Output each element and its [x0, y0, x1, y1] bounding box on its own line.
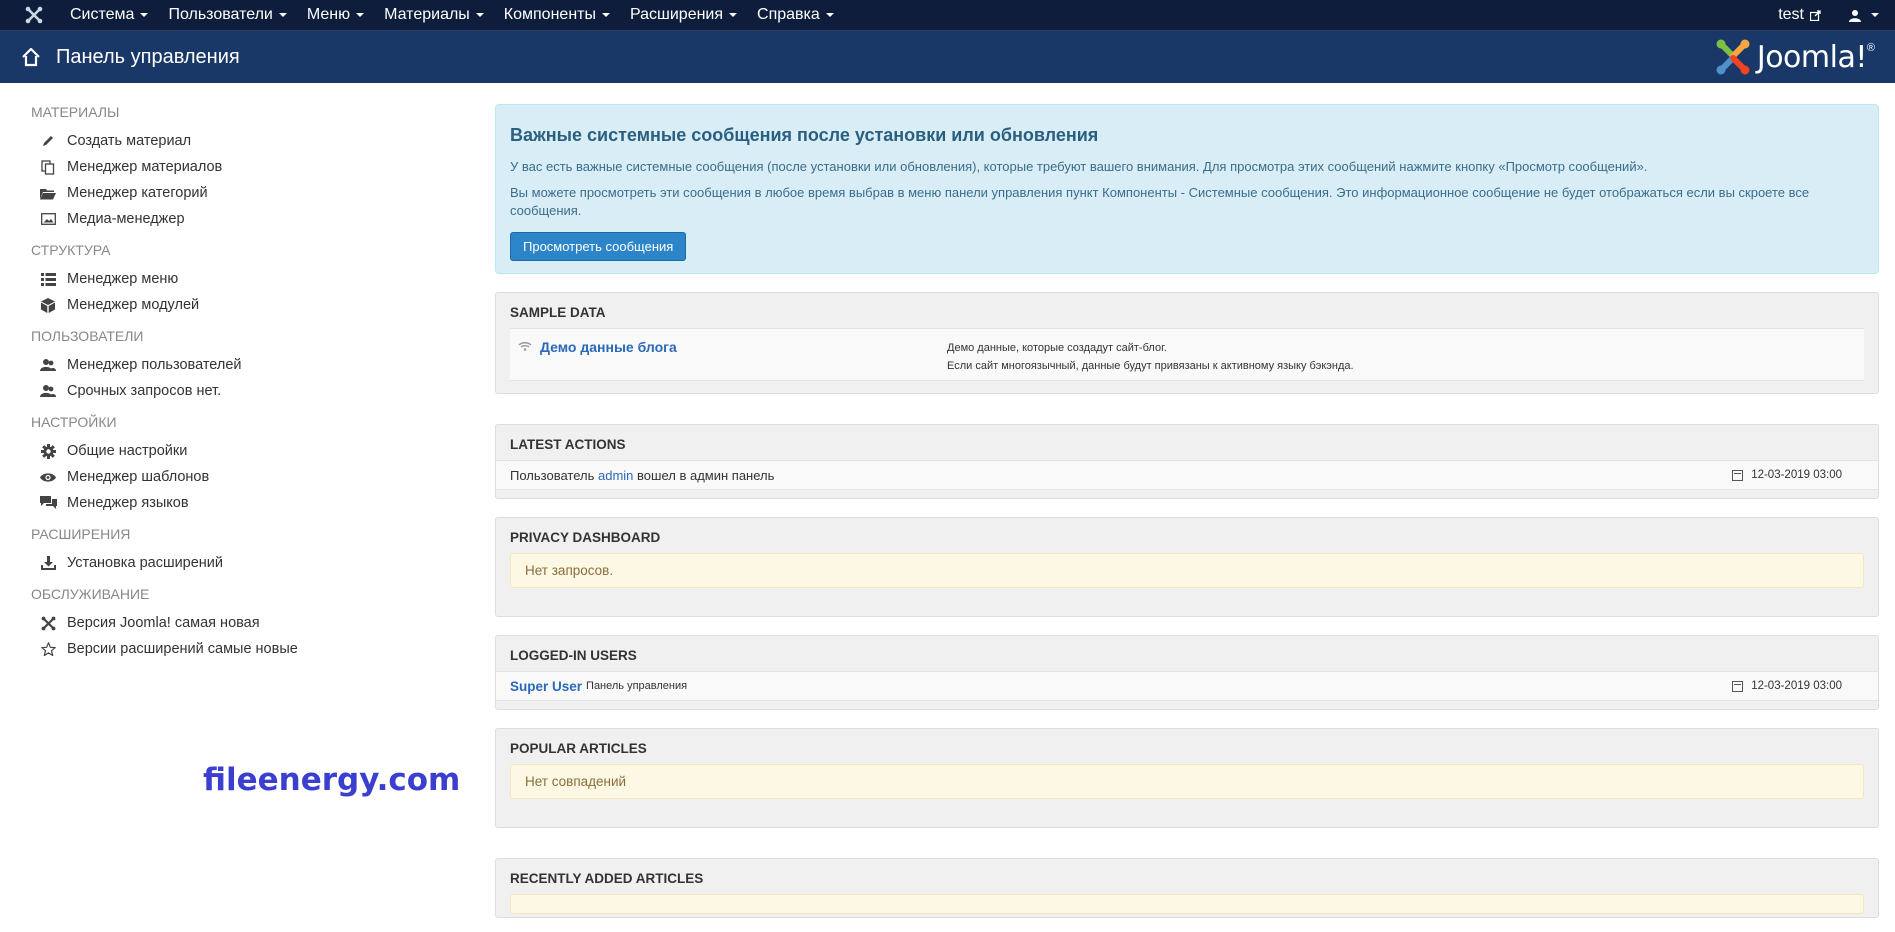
- wifi-icon: [518, 341, 532, 351]
- popular-articles-panel: POPULAR ARTICLES Нет совпадений: [495, 728, 1879, 828]
- sidebar-item-joomla-version[interactable]: Версия Joomla! самая новая: [31, 610, 451, 636]
- recently-added-panel: RECENTLY ADDED ARTICLES: [495, 858, 1879, 918]
- sidebar-item-template-manager[interactable]: Менеджер шаблонов: [31, 464, 451, 490]
- menu-components[interactable]: Компоненты: [494, 0, 620, 31]
- caret-down-icon: [475, 13, 484, 17]
- star-icon: [39, 641, 57, 657]
- menu-extensions[interactable]: Расширения: [620, 0, 747, 31]
- menu-menus[interactable]: Меню: [297, 0, 374, 31]
- sidebar-section-title: ПОЛЬЗОВАТЕЛИ: [31, 328, 144, 344]
- panel-title: PRIVACY DASHBOARD: [510, 530, 661, 545]
- calendar-icon: [1732, 469, 1744, 481]
- panel-title: RECENTLY ADDED ARTICLES: [510, 871, 704, 886]
- folder-icon: [39, 185, 57, 201]
- users-icon: [39, 357, 57, 373]
- list-item: Демо данные блога Демо данные, которые с…: [510, 328, 1864, 381]
- eye-icon: [39, 469, 57, 485]
- login-date: 12-03-2019 03:00: [1732, 680, 1842, 692]
- view-messages-button[interactable]: Просмотреть сообщения: [510, 232, 687, 261]
- alert-title: Важные системные сообщения после установ…: [510, 125, 1099, 145]
- postinstall-alert: Важные системные сообщения после установ…: [495, 104, 1879, 274]
- table-row: Пользователь admin вошел в админ панель …: [496, 460, 1878, 490]
- sidebar-section-title: МАТЕРИАЛЫ: [31, 104, 120, 120]
- site-link[interactable]: test: [1764, 0, 1835, 31]
- caret-down-icon: [729, 13, 738, 17]
- image-icon: [39, 211, 57, 227]
- sidebar-item-user-manager[interactable]: Менеджер пользователей: [31, 352, 451, 378]
- recent-articles-message: [510, 894, 1864, 914]
- sidebar-section-title: НАСТРОЙКИ: [31, 414, 117, 430]
- user-menu[interactable]: [1835, 0, 1895, 31]
- top-navbar: Система Пользователи Меню Материалы Комп…: [0, 0, 1895, 31]
- caret-down-icon: [601, 13, 610, 17]
- sidebar-item-module-manager[interactable]: Менеджер модулей: [31, 292, 451, 318]
- copy-icon: [39, 159, 57, 175]
- download-icon: [39, 555, 57, 571]
- sidebar-item-global-config[interactable]: Общие настройки: [31, 438, 451, 464]
- caret-down-icon: [1871, 13, 1879, 17]
- caret-down-icon: [356, 13, 365, 17]
- sidebar-item-category-manager[interactable]: Менеджер категорий: [31, 180, 451, 206]
- menu-help[interactable]: Справка: [747, 0, 844, 31]
- sidebar-item-media-manager[interactable]: Медиа-менеджер: [31, 206, 451, 232]
- joomla-logo: Joomla! ®: [1715, 38, 1875, 76]
- sample-data-description: Демо данные, которые создадут сайт-блог.: [947, 342, 1167, 354]
- menu-system[interactable]: Система: [60, 0, 158, 31]
- joomla-icon: [1716, 39, 1750, 75]
- user-location: Панель управления: [586, 680, 688, 692]
- panel-title: SAMPLE DATA: [510, 305, 606, 320]
- privacy-dashboard-panel: PRIVACY DASHBOARD Нет запросов.: [495, 517, 1879, 617]
- joomla-icon[interactable]: [20, 5, 48, 25]
- sidebar-section-title: ОБСЛУЖИВАНИЕ: [31, 586, 150, 602]
- sidebar-item-menu-manager[interactable]: Менеджер меню: [31, 266, 451, 292]
- action-date: 12-03-2019 03:00: [1732, 469, 1842, 481]
- sidebar: МАТЕРИАЛЫ Создать материал Менеджер мате…: [31, 104, 451, 662]
- registered-mark: ®: [1866, 42, 1875, 54]
- panel-title: LATEST ACTIONS: [510, 437, 626, 452]
- comments-icon: [39, 495, 57, 511]
- calendar-icon: [1732, 680, 1744, 692]
- caret-down-icon: [278, 13, 287, 17]
- page-title: Панель управления: [56, 45, 240, 68]
- watermark-text: fileenergy.com: [203, 762, 461, 798]
- blog-sample-data-link[interactable]: Демо данные блога: [540, 339, 677, 355]
- sidebar-section-title: СТРУКТУРА: [31, 242, 111, 258]
- main-content: Важные системные сообщения после установ…: [495, 104, 1879, 918]
- user-link[interactable]: admin: [598, 468, 633, 483]
- sidebar-section-title: РАСШИРЕНИЯ: [31, 526, 131, 542]
- list-icon: [39, 271, 57, 287]
- alert-text: У вас есть важные системные сообщения (п…: [510, 159, 1648, 174]
- logged-in-users-panel: LOGGED-IN USERS Super User Панель управл…: [495, 635, 1879, 710]
- external-link-icon: [1810, 9, 1821, 21]
- sample-data-description: Если сайт многоязычный, данные будут при…: [947, 360, 1354, 372]
- gear-icon: [39, 443, 57, 459]
- alert-text: Вы можете просмотреть эти сообщения в лю…: [510, 185, 1810, 218]
- pencil-icon: [39, 133, 57, 149]
- caret-down-icon: [825, 13, 834, 17]
- sample-data-panel: SAMPLE DATA Демо данные блога Демо данны…: [495, 292, 1879, 394]
- menu-content[interactable]: Материалы: [374, 0, 494, 31]
- panel-title: POPULAR ARTICLES: [510, 741, 647, 756]
- latest-actions-panel: LATEST ACTIONS Пользователь admin вошел …: [495, 424, 1879, 499]
- home-icon: [20, 46, 42, 68]
- table-row: Super User Панель управления 12-03-2019 …: [496, 671, 1878, 701]
- sidebar-item-create-article[interactable]: Создать материал: [31, 128, 451, 154]
- caret-down-icon: [140, 13, 149, 17]
- user-link[interactable]: Super User: [510, 679, 582, 694]
- page-header: Панель управления Joomla! ®: [0, 31, 1895, 83]
- no-matches-message: Нет совпадений: [510, 764, 1864, 799]
- menu-users[interactable]: Пользователи: [158, 0, 296, 31]
- users-icon: [39, 383, 57, 399]
- brand-name: Joomla!: [1756, 39, 1868, 75]
- cube-icon: [39, 297, 57, 313]
- sidebar-item-extension-versions[interactable]: Версии расширений самые новые: [31, 636, 451, 662]
- joomla-icon: [39, 615, 57, 631]
- sidebar-item-privacy-requests[interactable]: Срочных запросов нет.: [31, 378, 451, 404]
- sidebar-item-install-extensions[interactable]: Установка расширений: [31, 550, 451, 576]
- panel-title: LOGGED-IN USERS: [510, 648, 637, 663]
- sidebar-item-language-manager[interactable]: Менеджер языков: [31, 490, 451, 516]
- user-icon: [1849, 9, 1861, 22]
- sidebar-item-article-manager[interactable]: Менеджер материалов: [31, 154, 451, 180]
- no-requests-message: Нет запросов.: [510, 553, 1864, 588]
